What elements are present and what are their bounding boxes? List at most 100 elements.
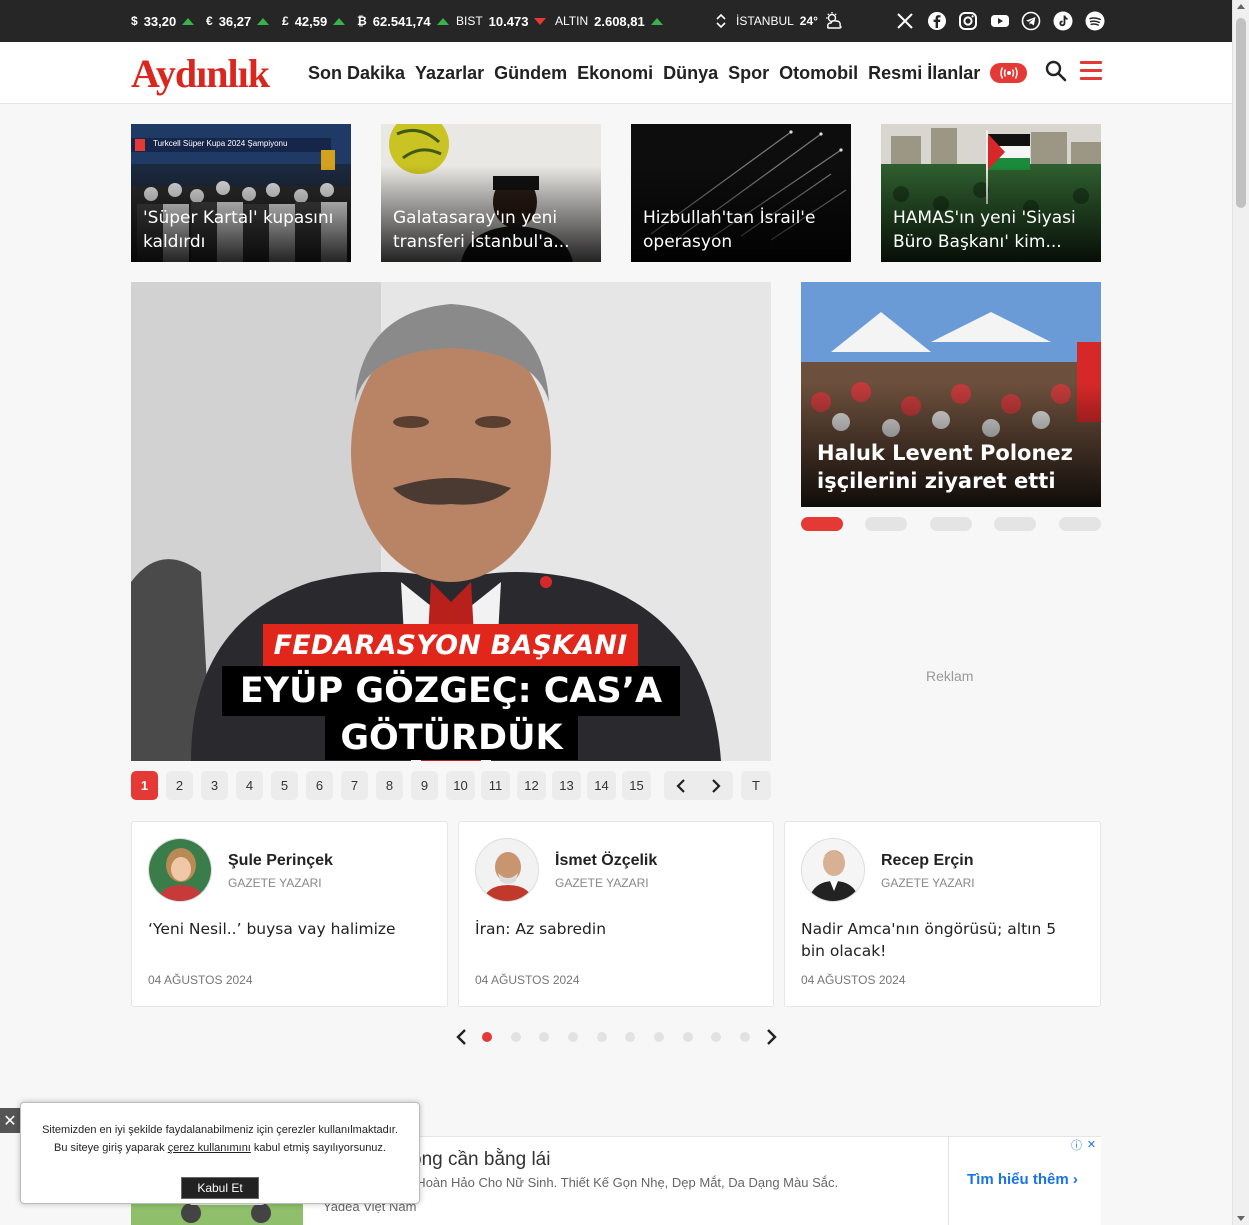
scroll-up-icon[interactable] [1237, 4, 1245, 9]
youtube-icon[interactable] [989, 10, 1011, 32]
gold-value: 2.608,81 [594, 13, 645, 29]
slider-page-6[interactable]: 6 [306, 771, 333, 800]
side-slide-dot-2[interactable] [865, 517, 907, 531]
news-card[interactable]: HAMAS'ın yeni 'Siyasi Büro Başkanı' kim.… [881, 124, 1101, 262]
slider-page-1[interactable]: 1 [131, 771, 158, 800]
ad-close-icon[interactable]: ✕ [1084, 1137, 1099, 1152]
columnist-dot-9[interactable] [711, 1032, 721, 1042]
instagram-icon[interactable] [957, 10, 979, 32]
columnist-name[interactable]: İsmet Özçelik [555, 852, 657, 870]
side-slide-dot-4[interactable] [994, 517, 1036, 531]
slider-page-4[interactable]: 4 [236, 771, 263, 800]
chevron-left-icon[interactable] [455, 1028, 469, 1046]
columnist-dot-3[interactable] [539, 1032, 549, 1042]
eur-symbol: € [206, 14, 213, 28]
columnist-dot-5[interactable] [597, 1032, 607, 1042]
ad-divider [948, 1137, 949, 1225]
avatar[interactable] [801, 838, 865, 902]
telegram-icon[interactable] [1020, 10, 1042, 32]
chevron-right-icon[interactable] [711, 778, 721, 793]
side-news-title: Haluk Levent Polonez işçilerini ziyaret … [817, 441, 1073, 493]
city-switch-icon[interactable] [716, 13, 726, 29]
columnist-dot-6[interactable] [625, 1032, 635, 1042]
avatar[interactable] [148, 838, 212, 902]
chevron-right-icon: › [1072, 1171, 1078, 1188]
slider-page-11[interactable]: 11 [481, 771, 510, 800]
cookie-accept-button[interactable]: Kabul Et [181, 1177, 259, 1199]
columnist-name[interactable]: Şule Perinçek [228, 852, 333, 870]
tiktok-icon[interactable] [1052, 10, 1074, 32]
x-icon[interactable] [894, 10, 916, 32]
slider-page-14[interactable]: 14 [587, 771, 616, 800]
cookie-close-icon[interactable]: ✕ [0, 1108, 20, 1133]
usd-rate[interactable]: $ 33,20 [131, 0, 195, 42]
nav-son-dakika[interactable]: Son Dakika [308, 63, 405, 84]
slider-page-13[interactable]: 13 [552, 771, 581, 800]
slider-page-2[interactable]: 2 [166, 771, 193, 800]
nav-gundem[interactable]: Gündem [494, 63, 567, 84]
slider-page-10[interactable]: 10 [446, 771, 475, 800]
avatar[interactable] [475, 838, 539, 902]
gbp-rate[interactable]: £ 42,59 [282, 0, 346, 42]
slider-page-15[interactable]: 15 [622, 771, 651, 800]
ad-cta-button[interactable]: Tìm hiểu thêm › [967, 1171, 1078, 1188]
slider-page-5[interactable]: 5 [271, 771, 298, 800]
slider-page-3[interactable]: 3 [201, 771, 228, 800]
eur-rate[interactable]: € 36,27 [206, 0, 270, 42]
slider-page-7[interactable]: 7 [341, 771, 368, 800]
columnist-role: GAZETE YAZARI [881, 876, 975, 890]
chevron-right-icon[interactable] [764, 1028, 778, 1046]
columnist-card[interactable]: İsmet Özçelik GAZETE YAZARI İran: Az sab… [458, 821, 774, 1007]
side-news-slider[interactable]: Haluk Levent Polonez işçilerini ziyaret … [801, 282, 1101, 507]
columnist-dot-8[interactable] [683, 1032, 693, 1042]
nav-dunya[interactable]: Dünya [663, 63, 718, 84]
columnist-card[interactable]: Şule Perinçek GAZETE YAZARI ‘Yeni Nesil.… [131, 821, 448, 1007]
columnist-dot-4[interactable] [568, 1032, 578, 1042]
spotify-icon[interactable] [1084, 10, 1106, 32]
nav-otomobil[interactable]: Otomobil [779, 63, 858, 84]
search-icon[interactable] [1044, 59, 1068, 83]
columnist-card[interactable]: Recep Erçin GAZETE YAZARI Nadir Amca'nın… [784, 821, 1101, 1007]
headline-title-line1[interactable]: EYÜP GÖZGEÇ: CAS’A [222, 666, 680, 716]
side-slide-dot-3[interactable] [930, 517, 972, 531]
site-logo[interactable]: Aydınlık [131, 50, 270, 97]
weather-widget[interactable]: İSTANBUL 24° [716, 0, 844, 42]
news-card[interactable]: Turkcell Süper Kupa 2024 Şampiyonu 'Süpe… [131, 124, 351, 262]
ad-title[interactable]: ong cần bằng lái [411, 1149, 550, 1171]
slider-page-9[interactable]: 9 [411, 771, 438, 800]
live-broadcast-button[interactable] [990, 63, 1028, 83]
columnist-name[interactable]: Recep Erçin [881, 852, 973, 870]
column-headline[interactable]: İran: Az sabredin [475, 918, 757, 940]
news-card[interactable]: Galatasaray'ın yeni transferi İstanbul'a… [381, 124, 601, 262]
slider-page-12[interactable]: 12 [517, 771, 546, 800]
column-headline[interactable]: ‘Yeni Nesil..’ buysa vay halimize [148, 918, 431, 940]
ad-info-icon[interactable]: ⓘ [1069, 1137, 1084, 1152]
page-scrollbar[interactable] [1232, 0, 1249, 1225]
slider-all-button[interactable]: T [741, 771, 771, 800]
side-slide-dot-1[interactable] [801, 517, 843, 531]
headline-kicker[interactable]: FEDARASYON BAŞKANI [263, 624, 638, 666]
columnist-dot-7[interactable] [654, 1032, 664, 1042]
columnist-dot-2[interactable] [511, 1032, 521, 1042]
nav-yazarlar[interactable]: Yazarlar [415, 63, 484, 84]
columnist-dot-1[interactable] [482, 1032, 492, 1042]
nav-spor[interactable]: Spor [728, 63, 769, 84]
chevron-left-icon[interactable] [676, 778, 686, 793]
headline-title-line2[interactable]: GÖTÜRDÜK [325, 716, 578, 760]
btc-rate[interactable]: ₿ 62.541,74 [357, 0, 449, 42]
side-slide-dot-5[interactable] [1059, 517, 1101, 531]
columnist-dot-10[interactable] [740, 1032, 750, 1042]
column-headline[interactable]: Nadir Amca'nın öngörüsü; altın 5 bin ola… [801, 918, 1084, 962]
gold-rate[interactable]: ALTIN 2.608,81 [555, 0, 663, 42]
hamburger-menu-icon[interactable] [1080, 61, 1102, 81]
nav-resmi-ilanlar[interactable]: Resmi İlanlar [868, 63, 980, 84]
bist-rate[interactable]: BIST 10.473 [456, 0, 547, 42]
scroll-down-icon[interactable] [1237, 1216, 1245, 1221]
scrollbar-thumb[interactable] [1236, 18, 1246, 208]
nav-ekonomi[interactable]: Ekonomi [577, 63, 653, 84]
slider-page-8[interactable]: 8 [376, 771, 403, 800]
cookie-policy-link[interactable]: çerez kullanımını [168, 1142, 251, 1154]
news-card[interactable]: Hizbullah'tan İsrail'e operasyon [631, 124, 851, 262]
market-ticker: $ 33,20 € 36,27 £ 42,59 ₿ 62.541,74 BIST… [0, 0, 1232, 42]
facebook-icon[interactable] [926, 10, 948, 32]
